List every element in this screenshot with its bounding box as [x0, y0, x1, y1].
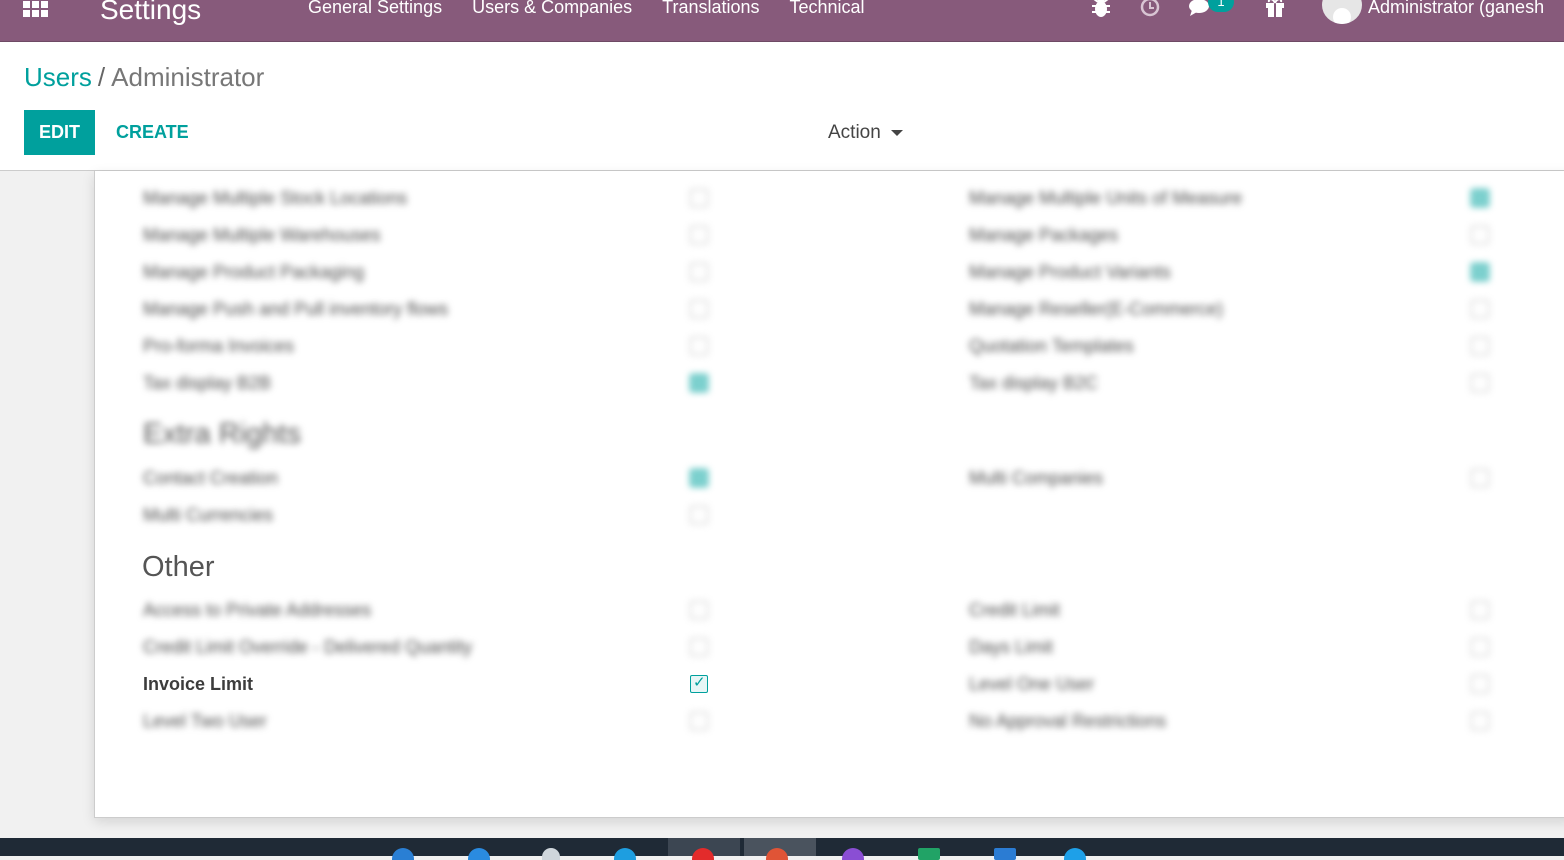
extra-left-checkbox[interactable]	[690, 506, 708, 524]
other-right-label: Credit Limit	[969, 600, 1061, 620]
right-row-label: Manage Packages	[969, 225, 1119, 245]
left-row-label: Pro-forma Invoices	[143, 336, 295, 356]
menu-technical[interactable]: Technical	[790, 0, 865, 20]
right-row-label: Manage Reseller(E-Commerce)	[969, 299, 1224, 319]
edit-button[interactable]: EDIT	[24, 110, 95, 155]
right-row-checkbox[interactable]	[1471, 300, 1489, 318]
user-menu[interactable]: Administrator (ganesh	[1368, 0, 1544, 20]
other-right-checkbox[interactable]	[1471, 675, 1489, 693]
invoice-limit-checkbox[interactable]	[690, 673, 708, 693]
breadcrumb-users-link[interactable]: Users	[24, 62, 92, 92]
right-row-checkbox[interactable]	[1471, 337, 1489, 355]
menu-translations[interactable]: Translations	[662, 0, 759, 20]
form-sheet: Manage Multiple Stock Locations Manage M…	[94, 171, 1564, 818]
breadcrumb-separator: /	[97, 62, 106, 92]
other-right-checkbox[interactable]	[1471, 601, 1489, 619]
taskbar-app-icon[interactable]	[842, 848, 864, 860]
action-label: Action	[828, 121, 881, 143]
right-row-label: Tax display B2C	[969, 373, 1099, 393]
taskbar-app-icon[interactable]	[614, 848, 636, 860]
left-row-label: Manage Push and Pull inventory flows	[143, 299, 449, 319]
other-left-label: Credit Limit Override - Delivered Quanti…	[143, 637, 473, 657]
taskbar-app-icon[interactable]	[918, 848, 940, 860]
invoice-limit-label: Invoice Limit	[143, 674, 254, 694]
app-title: Settings	[100, 0, 202, 25]
menu-general-settings[interactable]: General Settings	[308, 0, 442, 20]
action-dropdown[interactable]: Action	[828, 110, 903, 155]
other-right-label: Level One User	[969, 674, 1095, 694]
taskbar-app-icon[interactable]	[542, 848, 560, 860]
other-left-label: Level Two User	[143, 711, 267, 731]
taskbar-app-icon[interactable]	[994, 848, 1016, 860]
caret-down-icon	[890, 129, 903, 136]
gift-icon[interactable]	[1264, 0, 1286, 20]
left-row-label: Tax display B2B	[143, 373, 272, 393]
extra-left-label: Contact Creation	[143, 468, 279, 488]
activity-clock-icon[interactable]	[1140, 0, 1160, 20]
breadcrumb-current: Administrator	[111, 62, 265, 92]
taskbar-app-icon[interactable]	[468, 848, 490, 860]
other-section-title: Other	[142, 551, 215, 583]
right-row-label: Quotation Templates	[969, 336, 1134, 356]
right-row-checkbox[interactable]	[1471, 226, 1489, 244]
right-row-checkbox-checked[interactable]	[1471, 263, 1489, 281]
extra-left-checkbox-checked[interactable]	[690, 469, 708, 487]
left-row-checkbox[interactable]	[690, 300, 708, 318]
main-menu: General Settings Users & Companies Trans…	[308, 0, 865, 20]
other-right-checkbox[interactable]	[1471, 638, 1489, 656]
right-row-checkbox[interactable]	[1471, 374, 1489, 392]
other-left-label: Access to Private Addresses	[143, 600, 372, 620]
breadcrumb: Users / Administrator	[24, 60, 264, 94]
other-right-label: Days Limit	[969, 637, 1054, 657]
left-row-checkbox[interactable]	[690, 189, 708, 207]
extra-rights-title: Extra Rights	[143, 418, 301, 450]
chat-count-badge: 1	[1208, 0, 1234, 12]
apps-menu-icon[interactable]	[23, 0, 53, 17]
user-avatar[interactable]	[1322, 0, 1362, 24]
left-row-checkbox[interactable]	[690, 226, 708, 244]
right-row-checkbox-checked[interactable]	[1471, 189, 1489, 207]
left-row-label: Manage Multiple Stock Locations	[143, 188, 408, 208]
left-row-label: Manage Multiple Warehouses	[143, 225, 381, 245]
menu-users-companies[interactable]: Users & Companies	[472, 0, 632, 20]
right-row-label: Manage Multiple Units of Measure	[969, 188, 1243, 208]
left-row-label: Manage Product Packaging	[143, 262, 365, 282]
left-row-checkbox-checked[interactable]	[690, 374, 708, 392]
extra-right-label: Multi Companies	[969, 468, 1104, 488]
debug-bug-icon[interactable]	[1090, 0, 1112, 20]
other-left-checkbox[interactable]	[690, 712, 708, 730]
extra-left-label: Multi Currencies	[143, 505, 274, 525]
taskbar-app-icon[interactable]	[392, 848, 414, 860]
left-row-checkbox[interactable]	[690, 337, 708, 355]
other-right-checkbox[interactable]	[1471, 712, 1489, 730]
other-left-checkbox[interactable]	[690, 638, 708, 656]
os-taskbar	[0, 838, 1564, 860]
taskbar-app-icon[interactable]	[1064, 848, 1086, 860]
control-panel: Users / Administrator EDIT CREATE Action	[0, 42, 1564, 171]
other-right-label: No Approval Restrictions	[969, 711, 1167, 731]
create-button[interactable]: CREATE	[116, 110, 189, 155]
other-left-checkbox[interactable]	[690, 601, 708, 619]
left-row-checkbox[interactable]	[690, 263, 708, 281]
right-row-label: Manage Product Variants	[969, 262, 1171, 282]
extra-right-checkbox[interactable]	[1471, 469, 1489, 487]
top-navbar: Settings General Settings Users & Compan…	[0, 0, 1564, 42]
